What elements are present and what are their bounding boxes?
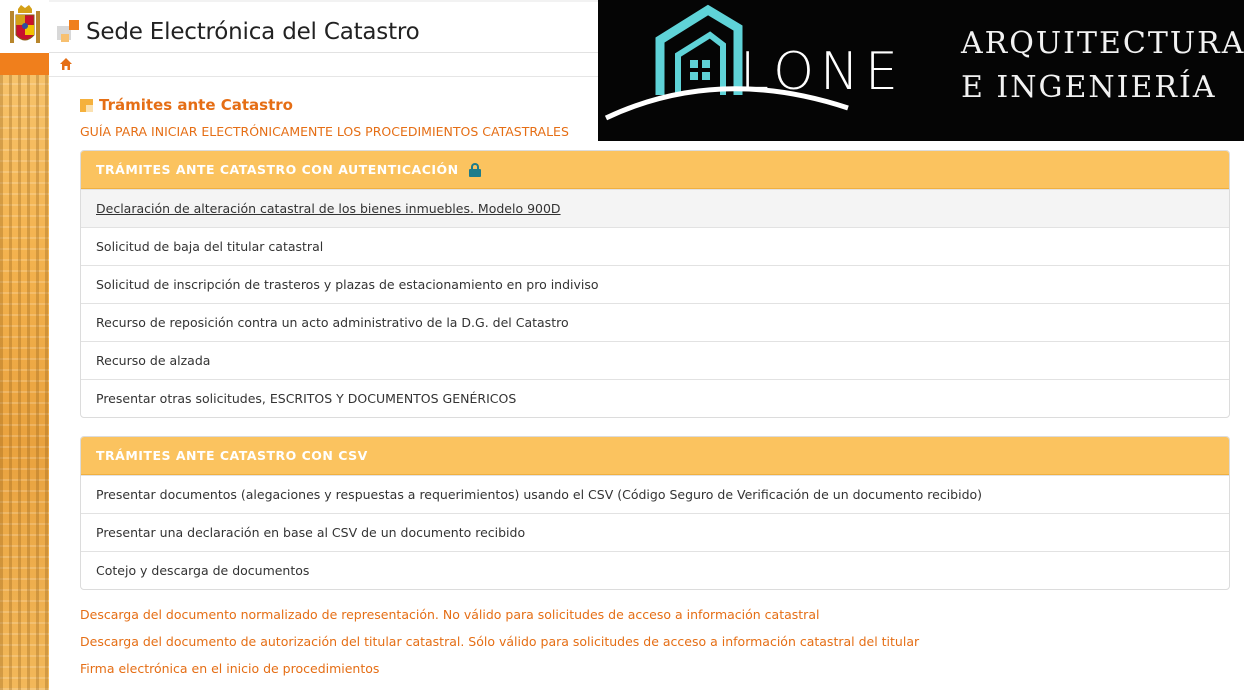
city-photo-strip <box>0 75 49 690</box>
coat-of-arms-icon <box>9 4 40 43</box>
list-item[interactable]: Presentar documentos (alegaciones y resp… <box>81 475 1229 513</box>
list-item[interactable]: Presentar otras solicitudes, ESCRITOS Y … <box>81 379 1229 417</box>
coat-of-arms-logo <box>0 0 49 53</box>
watermark-line1: ARQUITECTURA <box>961 26 1244 61</box>
page-title-text: Trámites ante Catastro <box>99 96 293 114</box>
left-decorative-strip <box>0 0 49 690</box>
watermark-brand: LONE <box>740 42 904 102</box>
lock-icon <box>468 162 481 177</box>
site-title[interactable]: Sede Electrónica del Catastro <box>86 19 420 45</box>
list-item[interactable]: Recurso de alzada <box>81 341 1229 379</box>
panel-csv-header: TRÁMITES ANTE CATASTRO CON CSV <box>81 437 1229 475</box>
orange-band <box>0 53 49 75</box>
list-item[interactable]: Presentar una declaración en base al CSV… <box>81 513 1229 551</box>
panel-auth-title: TRÁMITES ANTE CATASTRO CON AUTENTICACIÓN <box>96 162 459 177</box>
watermark-banner: LONE ARQUITECTURA E INGENIERÍA <box>598 0 1244 141</box>
list-item[interactable]: Cotejo y descarga de documentos <box>81 551 1229 589</box>
catastro-logo-icon <box>57 20 81 44</box>
panel-auth-header: TRÁMITES ANTE CATASTRO CON AUTENTICACIÓN <box>81 151 1229 189</box>
panel-csv-title: TRÁMITES ANTE CATASTRO CON CSV <box>96 448 368 463</box>
home-icon[interactable] <box>59 57 73 71</box>
list-item[interactable]: Declaración de alteración catastral de l… <box>81 189 1229 227</box>
download-representation-link[interactable]: Descarga del documento normalizado de re… <box>80 607 819 622</box>
square-bullet-icon <box>80 98 93 112</box>
list-item[interactable]: Solicitud de baja del titular catastral <box>81 227 1229 265</box>
panel-auth: TRÁMITES ANTE CATASTRO CON AUTENTICACIÓN… <box>80 150 1230 418</box>
guide-link[interactable]: GUÍA PARA INICIAR ELECTRÓNICAMENTE LOS P… <box>80 124 569 139</box>
watermark-line2: E INGENIERÍA <box>961 70 1217 105</box>
list-item[interactable]: Recurso de reposición contra un acto adm… <box>81 303 1229 341</box>
panel-csv: TRÁMITES ANTE CATASTRO CON CSV Presentar… <box>80 436 1230 590</box>
page-title: Trámites ante Catastro <box>80 96 293 114</box>
electronic-signature-link[interactable]: Firma electrónica en el inicio de proced… <box>80 661 379 676</box>
list-item[interactable]: Solicitud de inscripción de trasteros y … <box>81 265 1229 303</box>
download-authorization-link[interactable]: Descarga del documento de autorización d… <box>80 634 919 649</box>
